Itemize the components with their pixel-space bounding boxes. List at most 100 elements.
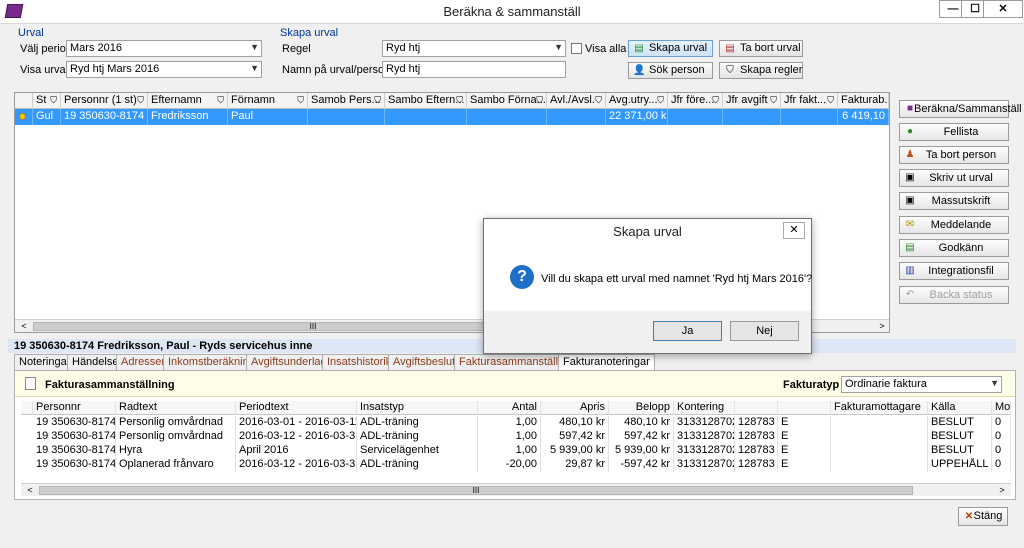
tab-avgiftsunderlag[interactable]: Avgiftsunderlag: [246, 354, 332, 370]
column-header[interactable]: Apris: [541, 401, 609, 415]
column-header[interactable]: Sambo Eftern... ⛉: [385, 93, 467, 109]
fakturatyp-select[interactable]: Ordinarie faktura ▼: [841, 376, 1002, 393]
visa-urval-label: Visa urval: [20, 64, 69, 76]
faktura-panel: Fakturasammanställning Fakturatyp Ordina…: [14, 370, 1016, 500]
tab-fakturanoteringar[interactable]: Fakturanoteringar: [558, 354, 655, 370]
fakturatyp-label: Fakturatyp: [783, 379, 840, 391]
fellista-button[interactable]: ● Fellista: [899, 123, 1009, 141]
column-header[interactable]: Antal: [478, 401, 541, 415]
yes-button[interactable]: Ja: [653, 321, 722, 341]
sok-person-button[interactable]: 👤 Sök person: [628, 62, 713, 79]
ta-bort-urval-button[interactable]: ▤ Ta bort urval: [719, 40, 803, 57]
skriv-ut-button[interactable]: ▣ Skriv ut urval: [899, 169, 1009, 187]
filter-icon[interactable]: ⛉: [657, 93, 664, 108]
filter-icon[interactable]: ⛉: [50, 93, 57, 108]
scroll-left-icon[interactable]: <: [23, 484, 37, 496]
column-header[interactable]: [735, 401, 778, 415]
column-header[interactable]: [778, 401, 831, 415]
skapa-urval-button[interactable]: ▤ Skapa urval: [628, 40, 713, 57]
column-header[interactable]: Avl./Avsl. ⛉: [547, 93, 606, 109]
cell-fornamn: Paul: [228, 109, 308, 125]
column-header[interactable]: Fakturamottagare: [831, 401, 928, 415]
urval-group-label: Urval: [18, 27, 44, 39]
meddelande-button[interactable]: ✉ Meddelande: [899, 216, 1009, 234]
column-header[interactable]: St ⛉: [33, 93, 61, 109]
column-header[interactable]: Kontering: [674, 401, 735, 415]
column-header[interactable]: Jfr avgift ⛉: [723, 93, 781, 109]
visa-alla-checkbox[interactable]: [571, 43, 582, 54]
massutskrift-button[interactable]: ▣ Massutskrift: [899, 192, 1009, 210]
column-header[interactable]: Förnamn ⛉: [228, 93, 308, 109]
berakna-button[interactable]: ■ Beräkna/Sammanställ: [899, 100, 1022, 118]
export-file-icon: ▥: [905, 265, 915, 276]
dialog-close-button[interactable]: ✕: [783, 222, 805, 239]
cell-empty: [385, 109, 467, 125]
filter-icon[interactable]: ⛉: [374, 93, 381, 108]
filter-icon[interactable]: ⛉: [712, 93, 719, 108]
table-row[interactable]: 19 350630-8174 Personlig omvårdnad 2016-…: [21, 430, 1011, 444]
filter-icon[interactable]: ⛉: [595, 93, 602, 108]
tab-insatshistorik[interactable]: Insatshistorik: [322, 354, 397, 370]
column-header[interactable]: Radtext: [116, 401, 236, 415]
column-header[interactable]: Mo: [992, 401, 1011, 415]
tab-avgiftsbeslut[interactable]: Avgiftsbeslut: [388, 354, 461, 370]
filter-icon[interactable]: ⛉: [217, 93, 224, 108]
new-list-icon: ▤: [634, 43, 644, 54]
regel-select[interactable]: Ryd htj ▼: [382, 40, 566, 57]
window-title: Beräkna & sammanställ: [443, 4, 581, 19]
table-row[interactable]: 19 350630-8174 Personlig omvårdnad 2016-…: [21, 416, 1011, 430]
skapa-regler-label: Skapa regler: [740, 64, 803, 76]
column-header[interactable]: Efternamn ⛉: [148, 93, 228, 109]
filter-icon[interactable]: ⛉: [827, 93, 834, 108]
visa-urval-select[interactable]: Ryd htj Mars 2016 ▼: [66, 61, 262, 78]
filter-icon[interactable]: ⛉: [536, 93, 543, 108]
column-header[interactable]: Personnr: [33, 401, 116, 415]
period-label: Välj period: [20, 43, 72, 55]
column-header[interactable]: Källa: [928, 401, 992, 415]
cell-empty: [781, 109, 838, 125]
integrationsfil-button[interactable]: ▥ Integrationsfil: [899, 262, 1009, 280]
column-header[interactable]: Sambo Förna... ⛉: [467, 93, 547, 109]
period-select[interactable]: Mars 2016 ▼: [66, 40, 262, 57]
cell-empty: [467, 109, 547, 125]
table-row[interactable]: 19 350630-8174 Hyra April 2016 Servicelä…: [21, 444, 1011, 458]
tab-adresser[interactable]: Adresser: [116, 354, 171, 370]
status-dot-icon: [19, 113, 26, 120]
table-row[interactable]: Gul 19 350630-8174 Fredriksson Paul 22 3…: [15, 109, 889, 125]
filter-icon[interactable]: ⛉: [456, 93, 463, 108]
skapa-urval-label: Skapa urval: [649, 42, 708, 54]
printer-icon: ▣: [905, 195, 915, 206]
table-row[interactable]: 19 350630-8174 Oplanerad frånvaro 2016-0…: [21, 458, 1011, 472]
skapa-group-label: Skapa urval: [280, 27, 339, 39]
filter-icon[interactable]: ⛉: [137, 93, 144, 108]
sok-person-label: Sök person: [649, 64, 705, 76]
column-header[interactable]: Periodtext: [236, 401, 357, 415]
filter-icon[interactable]: ⛉: [297, 93, 304, 108]
column-header[interactable]: Personnr (1 st) ⛉: [61, 93, 148, 109]
column-header[interactable]: Jfr fakt... ⛉: [781, 93, 838, 109]
filter-icon[interactable]: ⛉: [770, 93, 777, 108]
cell-empty: [723, 109, 781, 125]
scroll-right-icon[interactable]: >: [995, 484, 1009, 496]
column-header[interactable]: Fakturab...: [838, 93, 889, 109]
scroll-right-icon[interactable]: >: [875, 320, 889, 332]
backa-status-button[interactable]: ↶ Backa status: [899, 286, 1009, 304]
no-button[interactable]: Nej: [730, 321, 799, 341]
close-window-button[interactable]: ✕: [983, 0, 1023, 18]
skapa-regler-button[interactable]: ⛉ Skapa regler: [719, 62, 803, 79]
column-header[interactable]: Belopp: [609, 401, 674, 415]
column-header[interactable]: Samob Pers... ⛉: [308, 93, 385, 109]
question-icon: ?: [510, 265, 534, 289]
faktura-horizontal-scrollbar[interactable]: < III >: [21, 483, 1011, 496]
column-header[interactable]: Jfr före... ⛉: [668, 93, 723, 109]
column-header[interactable]: Avg.utry... ⛉: [606, 93, 668, 109]
scroll-thumb[interactable]: III: [39, 486, 913, 495]
scroll-left-icon[interactable]: <: [17, 320, 31, 332]
envelope-icon: ✉: [905, 219, 915, 230]
godkann-button[interactable]: ▤ Godkänn: [899, 239, 1009, 257]
column-header[interactable]: Insatstyp: [357, 401, 478, 415]
namn-input[interactable]: Ryd htj: [382, 61, 566, 78]
ta-bort-person-button[interactable]: ♟ Ta bort person: [899, 146, 1009, 164]
cell-efternamn: Fredriksson: [148, 109, 228, 125]
stang-button[interactable]: ✕ Stäng: [958, 507, 1008, 526]
